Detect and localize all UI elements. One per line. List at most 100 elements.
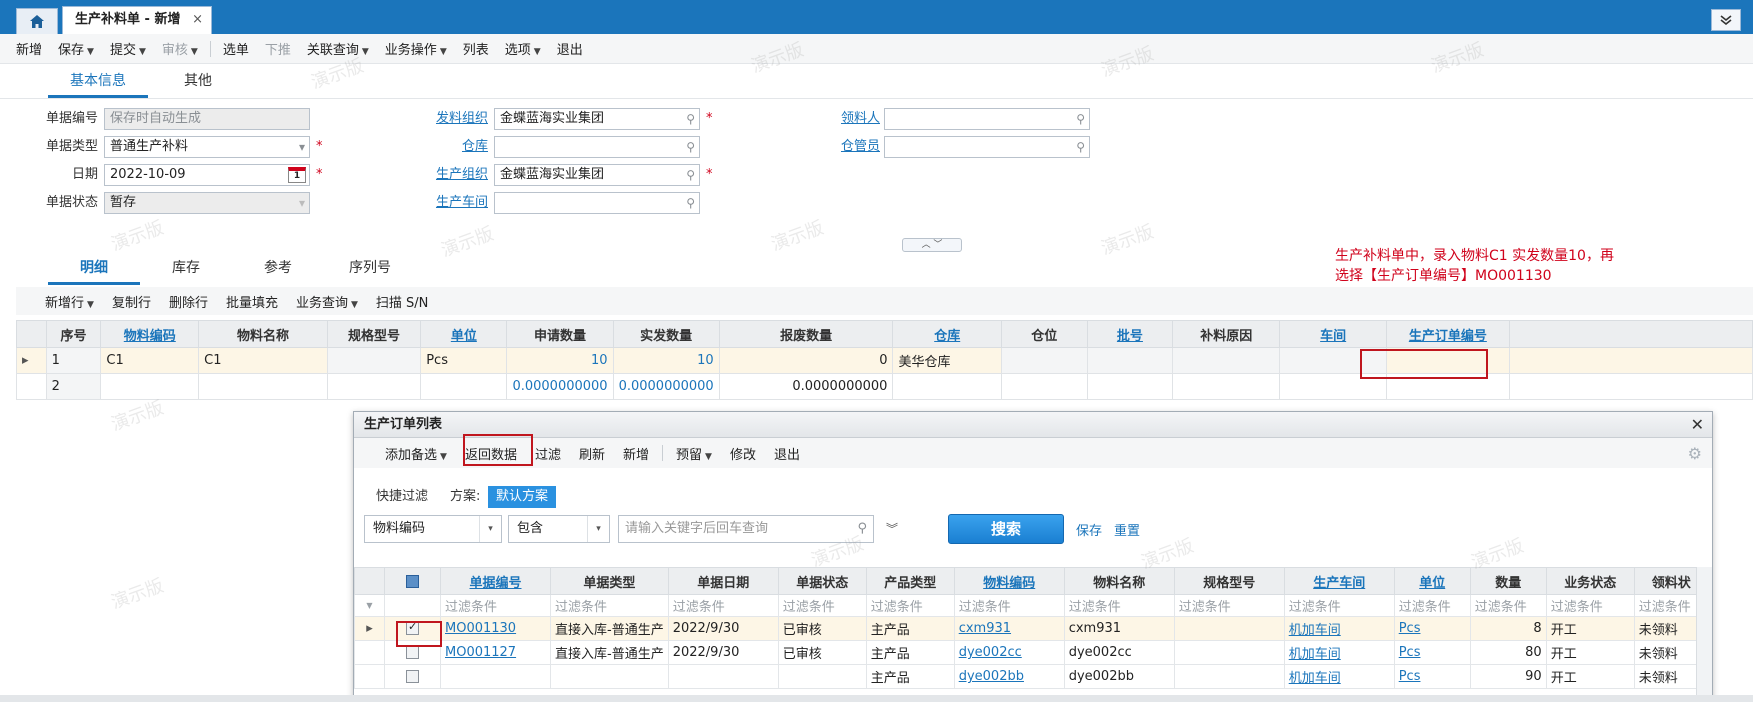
- filter-operator-select[interactable]: 包含 ▾: [508, 515, 610, 543]
- picker-field[interactable]: ⚲: [884, 108, 1090, 130]
- detail-toolbar-button-item-1[interactable]: 复制行: [103, 292, 160, 311]
- scheme-default-button[interactable]: 默认方案: [488, 486, 557, 508]
- prod-org-field[interactable]: 金蝶蓝海实业集团 ⚲: [494, 164, 700, 186]
- calendar-icon[interactable]: 1: [288, 167, 306, 183]
- filter-field-select[interactable]: 物料编码 ▾: [364, 515, 502, 543]
- reset-filter-link[interactable]: 重置: [1114, 520, 1140, 539]
- dialog-toolbar-button-item-3[interactable]: 刷新: [570, 444, 614, 463]
- send-org-label[interactable]: 发料组织: [400, 108, 488, 130]
- table-cell[interactable]: 机加车间: [1283, 616, 1395, 641]
- filter-cell[interactable]: 过滤条件: [865, 594, 955, 617]
- filter-cell[interactable]: 过滤条件: [550, 594, 669, 617]
- dialog-toolbar-button-item-6[interactable]: 修改: [721, 444, 765, 463]
- table-cell[interactable]: C1: [100, 347, 200, 374]
- order-column-header[interactable]: 物料编码: [953, 567, 1065, 595]
- table-row[interactable]: ▸ 1 C1 C1 Pcs 10 10 0 美华仓库: [16, 347, 1753, 374]
- detail-toolbar-button-item-2[interactable]: 删除行: [160, 292, 217, 311]
- double-chevron-down-icon[interactable]: ︾: [881, 515, 903, 543]
- date-field[interactable]: 2022-10-09 1: [104, 164, 310, 186]
- dialog-toolbar-button-item-7[interactable]: 退出: [765, 444, 809, 463]
- search-icon[interactable]: ⚲: [857, 516, 867, 542]
- filter-cell[interactable]: 过滤条件: [1173, 594, 1285, 617]
- table-row[interactable]: 主产品 dye002bb dye002bb 机加车间 Pcs 90 开工 未领料: [354, 664, 1709, 689]
- table-cell[interactable]: [100, 373, 200, 400]
- filter-cell[interactable]: 过滤条件: [777, 594, 867, 617]
- detail-toolbar-button-item-5[interactable]: 扫描 S/N: [367, 292, 438, 311]
- table-cell[interactable]: dye002cc: [953, 640, 1065, 665]
- picker-label[interactable]: 领料人: [790, 108, 880, 130]
- table-cell[interactable]: [1172, 347, 1281, 374]
- search-input[interactable]: 请输入关键字后回车查询 ⚲: [618, 515, 874, 543]
- table-cell[interactable]: [1000, 347, 1088, 374]
- document-tab[interactable]: 生产补料单 - 新增 ×: [62, 6, 212, 34]
- row-checkbox[interactable]: [406, 646, 419, 659]
- filter-cell[interactable]: 过滤条件: [1469, 594, 1547, 617]
- table-cell[interactable]: Pcs: [420, 347, 508, 374]
- dialog-toolbar-button-item-5[interactable]: 预留 ▼: [667, 444, 721, 463]
- keeper-field[interactable]: ⚲: [884, 136, 1090, 158]
- toolbar-button-item-2[interactable]: 提交 ▼: [102, 39, 154, 58]
- search-icon[interactable]: ⚲: [686, 137, 695, 157]
- search-icon[interactable]: ⚲: [686, 193, 695, 213]
- detail-toolbar-button-item-3[interactable]: 批量填充: [217, 292, 287, 311]
- table-cell[interactable]: Pcs: [1393, 616, 1471, 641]
- filter-cell[interactable]: 过滤条件: [953, 594, 1065, 617]
- save-filter-link[interactable]: 保存: [1076, 520, 1102, 539]
- warehouse-label[interactable]: 仓库: [400, 136, 488, 158]
- filter-cell[interactable]: 过滤条件: [1393, 594, 1471, 617]
- detail-tab-item-2[interactable]: 参考: [232, 255, 324, 285]
- close-tab-icon[interactable]: ×: [192, 7, 203, 33]
- filter-cell[interactable]: 过滤条件: [1545, 594, 1635, 617]
- chevron-down-icon[interactable]: ▾: [479, 516, 501, 542]
- order-no-cell-highlight[interactable]: [1360, 349, 1488, 379]
- table-cell[interactable]: [1086, 347, 1174, 374]
- dialog-scrollbar[interactable]: [1696, 567, 1712, 701]
- table-cell[interactable]: 10: [612, 347, 720, 374]
- search-icon[interactable]: ⚲: [1076, 109, 1085, 129]
- detail-column-header[interactable]: 批号: [1086, 320, 1174, 348]
- detail-tab-item-1[interactable]: 库存: [140, 255, 232, 285]
- table-cell[interactable]: [1000, 373, 1088, 400]
- search-icon[interactable]: ⚲: [686, 109, 695, 129]
- table-cell[interactable]: Pcs: [1393, 664, 1471, 689]
- detail-toolbar-button-item-0[interactable]: 新增行 ▼: [36, 292, 103, 311]
- chevron-down-icon[interactable]: ▾: [299, 137, 305, 157]
- table-cell[interactable]: [198, 373, 328, 400]
- toolbar-button-item-7[interactable]: 业务操作 ▼: [377, 39, 455, 58]
- table-cell[interactable]: Pcs: [1393, 640, 1471, 665]
- table-cell[interactable]: 0: [718, 347, 894, 374]
- toolbar-button-item-0[interactable]: 新增: [8, 39, 50, 58]
- table-cell[interactable]: C1: [198, 347, 328, 374]
- order-column-header[interactable]: 单据编号: [440, 567, 551, 595]
- row-select-cell[interactable]: [384, 664, 441, 689]
- table-cell[interactable]: 美华仓库: [892, 347, 1002, 374]
- bill-type-select[interactable]: 普通生产补料 ▾: [104, 136, 310, 158]
- detail-column-header[interactable]: 生产订单编号: [1386, 320, 1510, 348]
- toolbar-button-item-9[interactable]: 选项 ▼: [497, 39, 549, 58]
- table-row[interactable]: 2 0.0000000000 0.0000000000 0.0000000000: [16, 373, 1753, 400]
- expand-collapse-toggle[interactable]: ︿ ﹀: [902, 238, 962, 252]
- workshop-field[interactable]: ⚲: [494, 192, 700, 214]
- table-row[interactable]: ▸MO001130直接入库-普通生产2022/9/30已审核主产品cxm931c…: [354, 616, 1709, 641]
- workshop-label[interactable]: 生产车间: [400, 192, 488, 214]
- keeper-label[interactable]: 仓管员: [790, 136, 880, 158]
- warehouse-field[interactable]: ⚲: [494, 136, 700, 158]
- table-cell[interactable]: [326, 373, 422, 400]
- toolbar-button-item-8[interactable]: 列表: [455, 39, 497, 58]
- table-cell[interactable]: 机加车间: [1283, 664, 1395, 689]
- close-icon[interactable]: ✕: [1691, 412, 1704, 438]
- filter-cell[interactable]: 过滤条件: [1283, 594, 1395, 617]
- detail-column-header[interactable]: 车间: [1279, 320, 1388, 348]
- detail-column-header[interactable]: 物料编码: [100, 320, 200, 348]
- toolbar-button-item-10[interactable]: 退出: [549, 39, 591, 58]
- table-cell[interactable]: [1086, 373, 1174, 400]
- toolbar-button-item-1[interactable]: 保存 ▼: [50, 39, 102, 58]
- dialog-toolbar-button-item-4[interactable]: 新增: [614, 444, 658, 463]
- filter-cell[interactable]: 过滤条件: [667, 594, 779, 617]
- filter-row[interactable]: ▼ 过滤条件 过滤条件 过滤条件 过滤条件 过滤条件 过滤条件 过滤条件 过滤条件 过滤条件 过滤条…: [354, 594, 1709, 617]
- dialog-toolbar-button-item-0[interactable]: 添加备选 ▼: [376, 444, 456, 463]
- detail-column-header[interactable]: 仓库: [892, 320, 1002, 348]
- detail-tab-item-0[interactable]: 明细: [48, 255, 140, 285]
- detail-toolbar-button-item-4[interactable]: 业务查询 ▼: [287, 292, 367, 311]
- send-org-field[interactable]: 金蝶蓝海实业集团 ⚲: [494, 108, 700, 130]
